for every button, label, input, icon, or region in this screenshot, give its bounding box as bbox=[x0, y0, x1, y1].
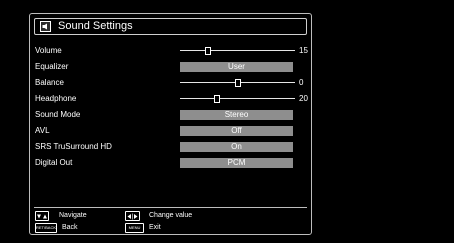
menu-item-label: Headphone bbox=[35, 94, 77, 103]
slider-knob[interactable] bbox=[234, 79, 241, 87]
slider-track bbox=[180, 98, 295, 99]
menu-item-label: SRS TruSurround HD bbox=[35, 142, 112, 151]
up-down-arrows-icon bbox=[35, 211, 49, 221]
menu-key: MENU bbox=[125, 223, 144, 233]
menu-item-equalizer[interactable]: Equalizer User bbox=[35, 61, 305, 73]
headphone-value: 20 bbox=[299, 94, 308, 103]
left-right-arrows-icon bbox=[125, 211, 140, 221]
hint-navigate: Navigate bbox=[35, 211, 135, 221]
menu-item-volume[interactable]: Volume 15 bbox=[35, 45, 308, 57]
volume-slider[interactable] bbox=[180, 45, 295, 57]
avl-option[interactable]: Off bbox=[180, 126, 293, 136]
hint-back: RET/BACK Back bbox=[35, 223, 115, 233]
sound-mode-option[interactable]: Stereo bbox=[180, 110, 293, 120]
volume-value: 15 bbox=[299, 46, 308, 55]
slider-track bbox=[180, 50, 295, 51]
srs-trusurround-option[interactable]: On bbox=[180, 142, 293, 152]
menu-item-label: Equalizer bbox=[35, 62, 69, 71]
menu-item-label: Volume bbox=[35, 46, 62, 55]
headphone-slider[interactable] bbox=[180, 93, 295, 105]
sound-settings-panel: Sound Settings Volume 15 Equalizer User … bbox=[29, 13, 312, 235]
balance-slider[interactable] bbox=[180, 77, 295, 89]
menu-item-label: Sound Mode bbox=[35, 110, 81, 119]
equalizer-option[interactable]: User bbox=[180, 62, 293, 72]
title-bar: Sound Settings bbox=[34, 18, 307, 35]
hint-exit-label: Exit bbox=[149, 224, 161, 231]
menu-item-sound-mode[interactable]: Sound Mode Stereo bbox=[35, 109, 305, 121]
page-title: Sound Settings bbox=[58, 20, 133, 32]
hint-exit: MENU Exit bbox=[125, 223, 205, 233]
hint-back-label: Back bbox=[62, 224, 78, 231]
menu-item-balance[interactable]: Balance 0 bbox=[35, 77, 305, 89]
menu-item-headphone[interactable]: Headphone 20 bbox=[35, 93, 308, 105]
slider-knob[interactable] bbox=[213, 95, 220, 103]
menu-item-avl[interactable]: AVL Off bbox=[35, 125, 305, 137]
hint-change-value: Change value bbox=[125, 211, 245, 221]
menu-item-label: AVL bbox=[35, 126, 50, 135]
menu-item-label: Balance bbox=[35, 78, 64, 87]
hint-navigate-label: Navigate bbox=[59, 212, 87, 219]
ret-back-key: RET/BACK bbox=[35, 223, 57, 233]
digital-out-option[interactable]: PCM bbox=[180, 158, 293, 168]
menu-item-digital-out[interactable]: Digital Out PCM bbox=[35, 157, 305, 169]
footer-divider bbox=[34, 207, 307, 208]
hint-change-value-label: Change value bbox=[149, 212, 193, 219]
menu-item-srs-trusurround-hd[interactable]: SRS TruSurround HD On bbox=[35, 141, 305, 153]
balance-value: 0 bbox=[299, 78, 304, 87]
speaker-settings-icon bbox=[40, 21, 51, 32]
slider-knob[interactable] bbox=[204, 47, 211, 55]
menu-item-label: Digital Out bbox=[35, 158, 73, 167]
